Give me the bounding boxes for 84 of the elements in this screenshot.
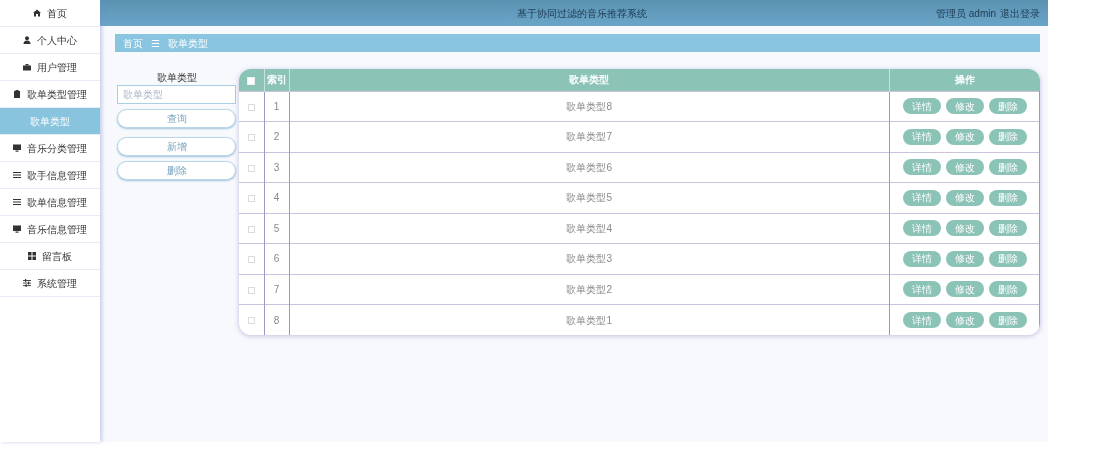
- table-cell: 1: [264, 91, 289, 122]
- sidebar-item[interactable]: 音乐信息管理: [0, 216, 100, 243]
- row-action-button[interactable]: 删除: [988, 250, 1027, 267]
- sidebar-item[interactable]: 歌单信息管理: [0, 189, 100, 216]
- row-checkbox[interactable]: [247, 195, 255, 203]
- row-checkbox[interactable]: [247, 256, 255, 264]
- table-cell: 8: [264, 304, 289, 335]
- table-cell: 歌单类型6: [289, 152, 890, 183]
- table-cell: 歌单类型4: [289, 213, 890, 244]
- row-action-button[interactable]: 修改: [945, 159, 984, 176]
- row-action-button[interactable]: 修改: [945, 128, 984, 145]
- monitor-icon: [13, 144, 21, 152]
- row-action-button[interactable]: 修改: [945, 250, 984, 267]
- list-icon: [13, 171, 21, 179]
- sidebar-item[interactable]: 个人中心: [0, 27, 100, 54]
- clipboard-icon: [13, 90, 21, 98]
- home-icon: [33, 9, 41, 17]
- row-action-button[interactable]: 详情: [902, 250, 941, 267]
- action-button[interactable]: 查询: [117, 109, 236, 128]
- table-cell: 5: [264, 213, 289, 244]
- row-action-button[interactable]: 删除: [988, 312, 1027, 328]
- table-cell: 歌单类型1: [289, 304, 890, 335]
- row-action-button[interactable]: 删除: [988, 189, 1027, 206]
- row-action-button[interactable]: 删除: [988, 159, 1027, 176]
- row-checkbox[interactable]: [247, 164, 255, 172]
- row-action-button[interactable]: 修改: [945, 312, 984, 328]
- sidebar-item[interactable]: 系统管理: [0, 270, 100, 297]
- monitor-icon: [13, 225, 21, 233]
- table-cell: 歌单类型8: [289, 91, 890, 122]
- table-cell: 歌单类型7: [289, 121, 890, 152]
- row-action-button[interactable]: 详情: [902, 128, 941, 145]
- row-checkbox[interactable]: [247, 134, 255, 142]
- sidebar-item[interactable]: 留言板: [0, 243, 100, 270]
- row-action-button[interactable]: 详情: [902, 159, 941, 176]
- table-cell: 3: [264, 152, 289, 183]
- user-icon: [23, 36, 31, 44]
- row-action-button[interactable]: 详情: [902, 220, 941, 237]
- table-cell: 7: [264, 274, 289, 305]
- search-field[interactable]: 歌单类型: [117, 85, 236, 104]
- sidebar-item[interactable]: 歌单类型管理: [0, 81, 100, 108]
- breadcrumb-current: 歌单类型: [168, 36, 208, 51]
- select-all-checkbox[interactable]: [247, 76, 256, 85]
- row-action-button[interactable]: 修改: [945, 220, 984, 237]
- user-label: 管理员 admin: [936, 6, 996, 21]
- briefcase-icon: [23, 63, 31, 71]
- table-cell: 歌单类型5: [289, 182, 890, 213]
- table-cell: 歌单类型3: [289, 243, 890, 274]
- sidebar-item[interactable]: 歌手信息管理: [0, 162, 100, 189]
- list-icon: [13, 198, 21, 206]
- field-label: 歌单类型: [155, 71, 198, 85]
- sidebar-item[interactable]: 音乐分类管理: [0, 135, 100, 162]
- table-cell: 6: [264, 243, 289, 274]
- breadcrumb-link[interactable]: 首页: [123, 35, 143, 51]
- grid-icon: [28, 252, 36, 260]
- row-action-button[interactable]: 详情: [902, 281, 941, 298]
- sidebar-item[interactable]: 首页: [0, 0, 100, 27]
- row-checkbox[interactable]: [247, 103, 255, 111]
- row-action-button[interactable]: 修改: [945, 189, 984, 206]
- row-action-button[interactable]: 删除: [988, 98, 1027, 115]
- logout-link[interactable]: 退出登录: [1000, 5, 1040, 21]
- row-action-button[interactable]: 删除: [988, 220, 1027, 237]
- row-action-button[interactable]: 详情: [902, 312, 941, 328]
- row-action-button[interactable]: 删除: [988, 128, 1027, 145]
- action-button[interactable]: 删除: [117, 161, 236, 180]
- action-button[interactable]: 新增: [117, 137, 236, 156]
- column-header: 操作: [889, 69, 1040, 91]
- sidebar-item[interactable]: 用户管理: [0, 54, 100, 81]
- column-header: 歌单类型: [289, 69, 890, 91]
- breadcrumb-separator: ☰: [150, 36, 161, 51]
- row-action-button[interactable]: 修改: [945, 98, 984, 115]
- sliders-icon: [23, 279, 31, 287]
- row-action-button[interactable]: 详情: [902, 189, 941, 206]
- app-title: 基于协同过滤的音乐推荐系统: [516, 6, 648, 21]
- table-cell: 4: [264, 182, 289, 213]
- table-cell: 2: [264, 121, 289, 152]
- row-checkbox[interactable]: [247, 317, 255, 325]
- row-action-button[interactable]: 详情: [902, 98, 941, 115]
- row-action-button[interactable]: 删除: [988, 281, 1027, 298]
- table-cell: 歌单类型2: [289, 274, 890, 305]
- sidebar-item[interactable]: 歌单类型: [0, 108, 100, 135]
- row-checkbox[interactable]: [247, 286, 255, 294]
- row-checkbox[interactable]: [247, 225, 255, 233]
- row-action-button[interactable]: 修改: [945, 281, 984, 298]
- column-header: 索引: [264, 69, 289, 91]
